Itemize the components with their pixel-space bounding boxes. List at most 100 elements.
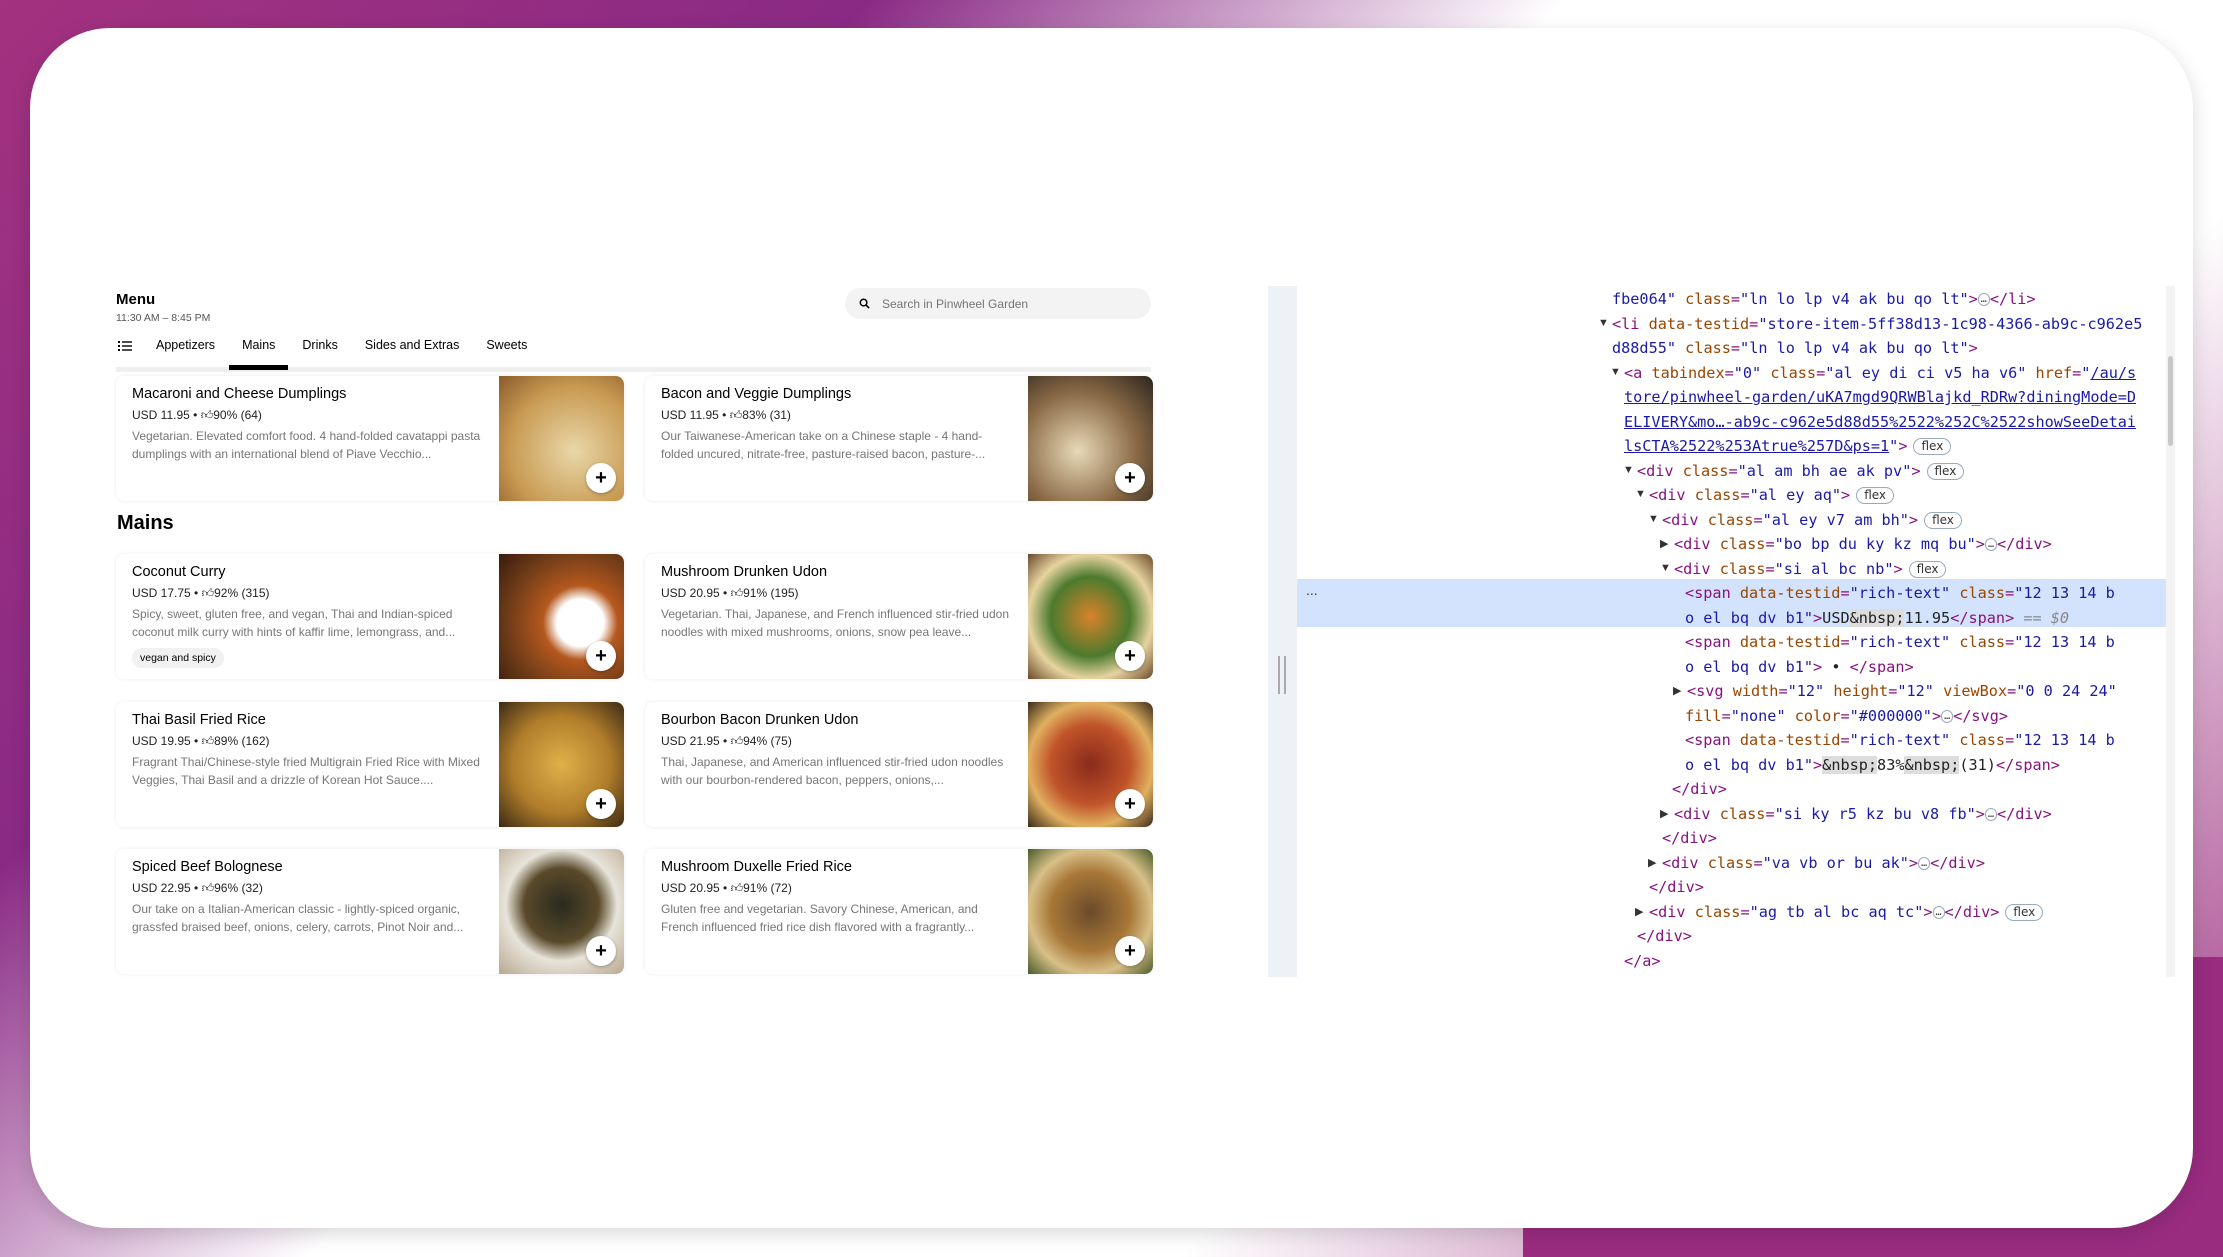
add-item-button[interactable]: +: [1115, 641, 1145, 671]
menu-item-card[interactable]: Spiced Beef Bolognese USD 22.95 • 👍︎96% …: [116, 849, 624, 974]
expand-triangle-icon[interactable]: ▶: [1660, 537, 1668, 550]
code-token: o el bq dv b1": [1685, 608, 1814, 627]
dom-node-line[interactable]: o el bq dv b1">&nbsp;83%&nbsp;(31)</span…: [1685, 753, 2060, 778]
add-item-button[interactable]: +: [1115, 463, 1145, 493]
expand-triangle-icon[interactable]: ▶: [1635, 905, 1643, 918]
dom-node-line[interactable]: </a>: [1624, 949, 1661, 974]
dom-node-line[interactable]: <div class="si al bc nb"> flex: [1674, 557, 1947, 582]
dom-node-line[interactable]: fbe064" class="ln lo lp v4 ak bu qo lt">…: [1612, 287, 2036, 312]
collapse-triangle-icon[interactable]: ▼: [1635, 488, 1646, 500]
flex-badge[interactable]: flex: [1908, 560, 1947, 578]
code-token: 83%: [1877, 755, 1905, 774]
scrollbar[interactable]: [2166, 286, 2175, 977]
expand-ellipsis-button[interactable]: …: [1984, 807, 1997, 821]
expand-triangle-icon[interactable]: ▶: [1673, 684, 1681, 697]
tab-appetizers[interactable]: Appetizers: [156, 336, 215, 365]
add-item-button[interactable]: +: [1115, 789, 1145, 819]
dom-node-line[interactable]: <span data-testid="rich-text" class="12 …: [1685, 581, 2115, 606]
menu-item-card[interactable]: Bourbon Bacon Drunken Udon USD 21.95 • 👍…: [645, 702, 1153, 827]
code-token: >: [1898, 437, 1908, 455]
dom-node-line[interactable]: <div class="si ky r5 kz bu v8 fb">… </div…: [1674, 802, 2052, 827]
menu-item-card[interactable]: Bacon and Veggie Dumplings USD 11.95 • 👍…: [645, 376, 1153, 501]
flex-badge[interactable]: flex: [1913, 438, 1952, 455]
code-token[interactable]: ELIVERY&mo…-ab9c-c962e5d88d55%2522%252C%…: [1624, 413, 2136, 431]
scrollbar-thumb[interactable]: [2168, 356, 2173, 446]
thumbs-up-icon: 👍︎: [201, 586, 215, 600]
item-price-rating: USD 11.95 • 👍︎83% (31): [661, 408, 791, 423]
expand-ellipsis-button[interactable]: …: [1918, 856, 1931, 870]
collapse-triangle-icon[interactable]: ▼: [1598, 317, 1609, 329]
dom-node-line[interactable]: tore/pinwheel-garden/uKA7mgd9QRWBlajkd_R…: [1624, 385, 2136, 410]
flex-badge[interactable]: flex: [1926, 462, 1965, 480]
add-item-button[interactable]: +: [586, 789, 616, 819]
menu-item-card[interactable]: Mushroom Drunken Udon USD 20.95 • 👍︎91% …: [645, 554, 1153, 679]
expand-ellipsis-button[interactable]: …: [1977, 293, 1990, 306]
dom-node-line[interactable]: o el bq dv b1">USD&nbsp;11.95</span> == …: [1685, 606, 2069, 631]
code-token: class: [1698, 853, 1754, 872]
item-price-rating: USD 21.95 • 👍︎94% (75): [661, 734, 792, 749]
menu-item-card[interactable]: Coconut Curry USD 17.75 • 👍︎92% (315) Sp…: [116, 554, 624, 679]
tab-sides-and-extras[interactable]: Sides and Extras: [365, 336, 460, 365]
flex-badge[interactable]: flex: [2005, 903, 2044, 921]
expand-ellipsis-button[interactable]: …: [1941, 709, 1954, 723]
expand-ellipsis-button[interactable]: …: [1984, 538, 1997, 551]
collapse-triangle-icon[interactable]: ▼: [1660, 562, 1671, 574]
code-token: =: [1721, 706, 1731, 725]
dom-node-line[interactable]: <div class="ag tb al bc aq tc">… </div> fl…: [1649, 900, 2044, 925]
code-token: •: [1822, 657, 1850, 676]
dom-node-line[interactable]: o el bq dv b1"> • </span>: [1685, 655, 1914, 680]
dom-node-line[interactable]: <div class="al am bh ae ak pv"> flex: [1637, 459, 1965, 484]
menu-item-card[interactable]: Macaroni and Cheese Dumplings USD 11.95 …: [116, 376, 624, 501]
dom-node-line[interactable]: </div>: [1637, 924, 1692, 949]
dom-node-line[interactable]: <svg width="12" height="12" viewBox="0 0…: [1687, 679, 2117, 704]
dom-node-line[interactable]: lsCTA%2522%253Atrue%257D&ps=1"> flex: [1624, 434, 1952, 459]
tab-mains[interactable]: Mains: [228, 336, 289, 370]
expand-triangle-icon[interactable]: ▶: [1648, 856, 1656, 869]
dom-node-line[interactable]: <div class="bo bp du ky kz mq bu">… </div…: [1674, 532, 2052, 557]
dom-node-line[interactable]: <li data-testid="store-item-5ff38d13-1c9…: [1612, 312, 2142, 337]
code-token: "#000000": [1849, 706, 1932, 725]
dom-node-line[interactable]: </div>: [1672, 777, 1727, 802]
code-token: data-testid: [1730, 731, 1841, 749]
item-title: Macaroni and Cheese Dumplings: [132, 386, 347, 402]
add-item-button[interactable]: +: [586, 641, 616, 671]
dom-node-line[interactable]: <div class="al ey v7 am bh"> flex: [1662, 508, 1962, 533]
code-token: class: [1761, 363, 1817, 382]
dom-node-line[interactable]: <span data-testid="rich-text" class="12 …: [1685, 630, 2115, 655]
search-box[interactable]: [845, 288, 1151, 319]
dom-node-line[interactable]: d88d55" class="ln lo lp v4 ak bu qo lt">: [1612, 336, 1978, 361]
dom-node-line[interactable]: <div class="al ey aq"> flex: [1649, 483, 1895, 508]
add-item-button[interactable]: +: [1115, 936, 1145, 966]
dom-node-line[interactable]: <span data-testid="rich-text" class="12 …: [1685, 728, 2115, 753]
code-token: </div>: [1662, 829, 1717, 847]
code-token: =: [1840, 731, 1850, 749]
code-token: "al am bh ae ak pv": [1737, 461, 1912, 480]
menu-item-card[interactable]: Thai Basil Fried Rice USD 19.95 • 👍︎89% …: [116, 702, 624, 827]
panel-resize-handle[interactable]: [1278, 656, 1286, 694]
search-input[interactable]: [882, 296, 1132, 311]
dom-node-line[interactable]: </div>: [1662, 826, 1717, 851]
menu-item-card[interactable]: Mushroom Duxelle Fried Rice USD 20.95 • …: [645, 849, 1153, 974]
flex-badge[interactable]: flex: [1924, 511, 1962, 529]
add-item-button[interactable]: +: [586, 463, 616, 493]
dom-node-line[interactable]: <a tabindex="0" class="al ey di ci v5 ha…: [1624, 361, 2136, 386]
dom-node-line[interactable]: <div class="va vb or bu ak">… </div>: [1662, 851, 1985, 876]
add-item-button[interactable]: +: [586, 936, 616, 966]
code-token[interactable]: tore/pinwheel-garden/uKA7mgd9QRWBlajkd_R…: [1624, 388, 2136, 406]
code-token[interactable]: /au/s: [2090, 364, 2136, 382]
tab-drinks[interactable]: Drinks: [302, 336, 337, 365]
collapse-triangle-icon[interactable]: ▼: [1610, 366, 1621, 378]
code-token[interactable]: lsCTA%2522%253Atrue%257D&ps=1: [1624, 437, 1889, 455]
list-icon[interactable]: [116, 340, 134, 352]
dom-node-line[interactable]: fill="none" color="#000000">… </svg>: [1685, 704, 2008, 729]
dom-node-line[interactable]: ELIVERY&mo…-ab9c-c962e5d88d55%2522%252C%…: [1624, 410, 2136, 435]
expand-triangle-icon[interactable]: ▶: [1660, 807, 1668, 820]
node-actions-menu[interactable]: ...: [1306, 582, 1318, 598]
flex-badge[interactable]: flex: [1856, 487, 1895, 504]
tab-sweets[interactable]: Sweets: [486, 336, 527, 365]
code-token: =: [1724, 363, 1734, 382]
dom-node-line[interactable]: </div>: [1649, 875, 1704, 900]
expand-ellipsis-button[interactable]: …: [1932, 905, 1945, 919]
collapse-triangle-icon[interactable]: ▼: [1648, 513, 1659, 525]
collapse-triangle-icon[interactable]: ▼: [1623, 464, 1634, 476]
